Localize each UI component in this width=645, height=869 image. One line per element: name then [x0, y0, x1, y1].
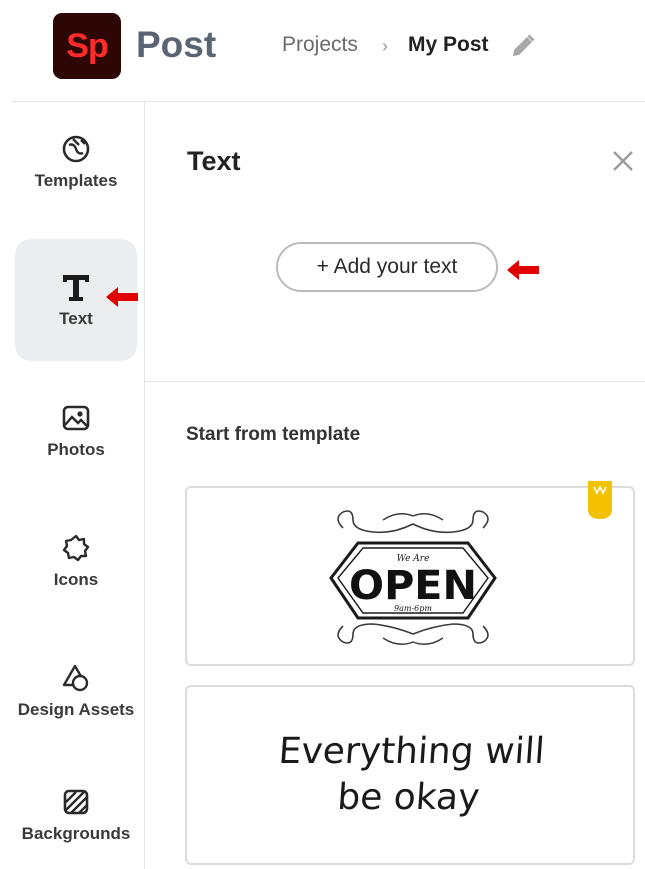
rail-item-icons[interactable]: Icons [15, 500, 137, 622]
app-header: Sp Post Projects › My Post [0, 0, 645, 100]
open-sign-line-3: 9am-6pm [394, 604, 432, 613]
premium-badge-icon [588, 481, 612, 519]
rail-item-label: Design Assets [17, 700, 135, 719]
rail-item-photos[interactable]: Photos [15, 370, 137, 492]
design-assets-icon [60, 662, 92, 694]
pencil-icon[interactable] [509, 32, 537, 60]
annotation-arrow-icon [106, 287, 138, 307]
panel-divider [145, 381, 645, 382]
breadcrumb-projects[interactable]: Projects [282, 33, 358, 57]
close-icon[interactable] [610, 148, 636, 174]
rail-item-templates[interactable]: Templates [15, 102, 137, 222]
panel-title: Text [187, 146, 241, 176]
logo-text: Sp [66, 26, 108, 65]
open-sign-artwork: We Are OPEN 9am-6pm [329, 510, 497, 645]
icons-icon [60, 532, 92, 564]
rail-divider [144, 102, 145, 869]
rail-item-label: Icons [53, 570, 99, 589]
rail-item-design-assets[interactable]: Design Assets [15, 630, 137, 752]
template-text: Everything will be okay [187, 687, 633, 863]
breadcrumb-separator: › [382, 36, 388, 56]
rail-item-label: Templates [34, 171, 118, 190]
template-card-everything-will-be-okay[interactable]: Everything will be okay [185, 685, 635, 865]
open-sign-line-2: OPEN [349, 563, 477, 609]
rail-item-label: Backgrounds [21, 823, 131, 843]
rail-item-backgrounds[interactable]: Backgrounds [15, 760, 137, 869]
annotation-arrow-icon [507, 260, 539, 280]
template-line-1: Everything will [277, 731, 546, 772]
breadcrumb-current: My Post [408, 33, 489, 56]
template-line-2: be okay [335, 777, 481, 818]
spark-post-logo[interactable]: Sp [53, 13, 121, 79]
text-icon [60, 271, 92, 303]
add-your-text-button[interactable]: + Add your text [276, 242, 498, 292]
section-title: Start from template [186, 424, 361, 445]
rail-item-label: Text [59, 309, 93, 328]
templates-icon [60, 133, 92, 165]
rail-item-label: Photos [47, 440, 105, 459]
template-card-open[interactable]: We Are OPEN 9am-6pm [185, 486, 635, 666]
backgrounds-icon [60, 786, 92, 818]
app-title: Post [136, 24, 217, 65]
photos-icon [60, 402, 92, 434]
